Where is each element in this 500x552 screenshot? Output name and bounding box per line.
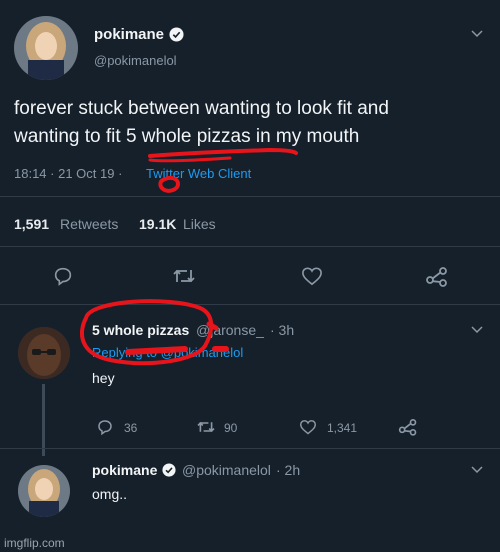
reply-icon[interactable]: [52, 265, 74, 287]
divider-2: [0, 246, 500, 247]
thread-line: [42, 384, 45, 456]
likes-count[interactable]: 19.1K: [139, 216, 176, 232]
chevron-down-icon[interactable]: [471, 326, 483, 334]
pokimane-avatar[interactable]: [14, 16, 78, 80]
imgflip-watermark: imgflip.com: [4, 536, 65, 550]
retweet-icon[interactable]: [196, 419, 216, 435]
author-name[interactable]: pokimane: [94, 26, 164, 43]
share-icon[interactable]: [425, 265, 449, 287]
divider-4: [0, 448, 500, 449]
reply2-text: omg..: [92, 486, 128, 502]
replying-to[interactable]: Replying to @pokimanelol: [92, 345, 243, 360]
replier-avatar[interactable]: [18, 327, 70, 379]
retweet-icon[interactable]: [172, 266, 196, 286]
reply-author-handle[interactable]: @jaronse_: [196, 322, 264, 338]
chevron-down-icon[interactable]: [471, 30, 483, 38]
like-count: 1,341: [327, 421, 358, 435]
reply-icon[interactable]: [96, 418, 114, 436]
timestamp[interactable]: 18:14 · 21 Oct 19 ·: [14, 166, 122, 181]
reply-author-name[interactable]: 5 whole pizzas: [92, 322, 189, 338]
tweet-text-line-1: forever stuck between wanting to look fi…: [14, 98, 389, 119]
underline-scribble: [148, 148, 298, 158]
reply2-time[interactable]: · 2h: [276, 462, 300, 478]
retweets-count[interactable]: 1,591: [14, 216, 49, 232]
reply-text: hey: [92, 370, 115, 386]
divider-3: [0, 304, 500, 305]
retweet-count: 90: [224, 421, 238, 435]
client-link[interactable]: Twitter Web Client: [146, 166, 251, 181]
reply2-author-handle[interactable]: @pokimanelol: [182, 462, 271, 478]
chevron-down-icon[interactable]: [471, 466, 483, 474]
underline-mark: [148, 156, 232, 163]
author-handle[interactable]: @pokimanelol: [94, 53, 177, 68]
divider-1: [0, 196, 500, 197]
verified-badge-icon: [169, 27, 184, 42]
like-icon[interactable]: [299, 419, 317, 435]
like-icon[interactable]: [301, 266, 323, 286]
retweets-label[interactable]: Retweets: [60, 216, 118, 232]
tweet-text-line-2: wanting to fit 5 whole pizzas in my mout…: [14, 126, 360, 147]
pokimane-reply-avatar[interactable]: [18, 465, 70, 517]
likes-label[interactable]: Likes: [183, 216, 216, 232]
reply-time[interactable]: · 3h: [270, 322, 294, 338]
reply2-author-name[interactable]: pokimane: [92, 462, 157, 478]
share-icon[interactable]: [398, 417, 418, 436]
reply-count: 36: [124, 421, 138, 435]
verified-badge-icon: [162, 463, 176, 477]
